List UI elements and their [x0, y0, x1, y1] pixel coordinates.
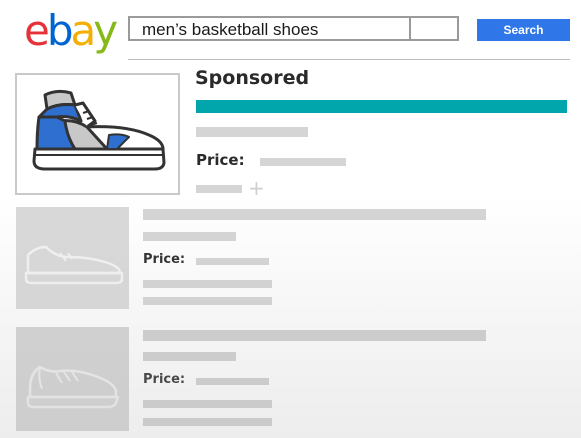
search-category-divider	[409, 18, 411, 39]
search-button[interactable]: Search	[477, 19, 570, 41]
logo-letter-y: y	[93, 6, 118, 55]
logo-letter-a: a	[70, 6, 97, 55]
plus-icon: +	[248, 176, 265, 200]
result-item-seller-placeholder	[143, 418, 272, 426]
sponsored-shipping-placeholder	[196, 185, 242, 193]
result-item-subtitle-placeholder	[143, 232, 236, 241]
ebay-search-results-page: ebay men’s basketball shoes Search Spons…	[0, 0, 581, 438]
result-item-price-placeholder	[196, 378, 269, 385]
search-input[interactable]: men’s basketball shoes	[128, 16, 459, 41]
result-item-title-placeholder[interactable]	[143, 330, 486, 341]
sponsored-label: Sponsored	[195, 67, 310, 89]
result-item-price-label: Price:	[143, 252, 186, 267]
high-top-sneaker-icon	[32, 89, 166, 171]
sponsored-item-title-bar[interactable]	[196, 100, 567, 113]
result-item-shipping-placeholder	[143, 280, 272, 288]
running-shoe-icon	[26, 365, 120, 409]
result-item-subtitle-placeholder	[143, 352, 236, 361]
logo-letter-e: e	[24, 6, 50, 55]
sponsored-item-thumbnail[interactable]	[15, 73, 180, 195]
sponsored-price-placeholder	[260, 158, 346, 166]
ebay-logo[interactable]: ebay	[24, 6, 118, 55]
result-item-thumbnail[interactable]	[16, 327, 129, 431]
result-item-price-label: Price:	[143, 372, 186, 387]
header-divider	[128, 59, 570, 60]
result-item-thumbnail[interactable]	[16, 207, 129, 309]
result-item-seller-placeholder	[143, 297, 272, 305]
logo-letter-b: b	[46, 6, 74, 55]
result-item-title-placeholder[interactable]	[143, 209, 486, 220]
result-item-shipping-placeholder	[143, 400, 272, 408]
result-item-price-placeholder	[196, 258, 269, 265]
sponsored-item-subtitle-placeholder	[196, 127, 308, 137]
search-query-text: men’s basketball shoes	[142, 20, 319, 39]
low-top-sneaker-icon	[24, 245, 124, 285]
sponsored-price-label: Price:	[196, 151, 245, 169]
